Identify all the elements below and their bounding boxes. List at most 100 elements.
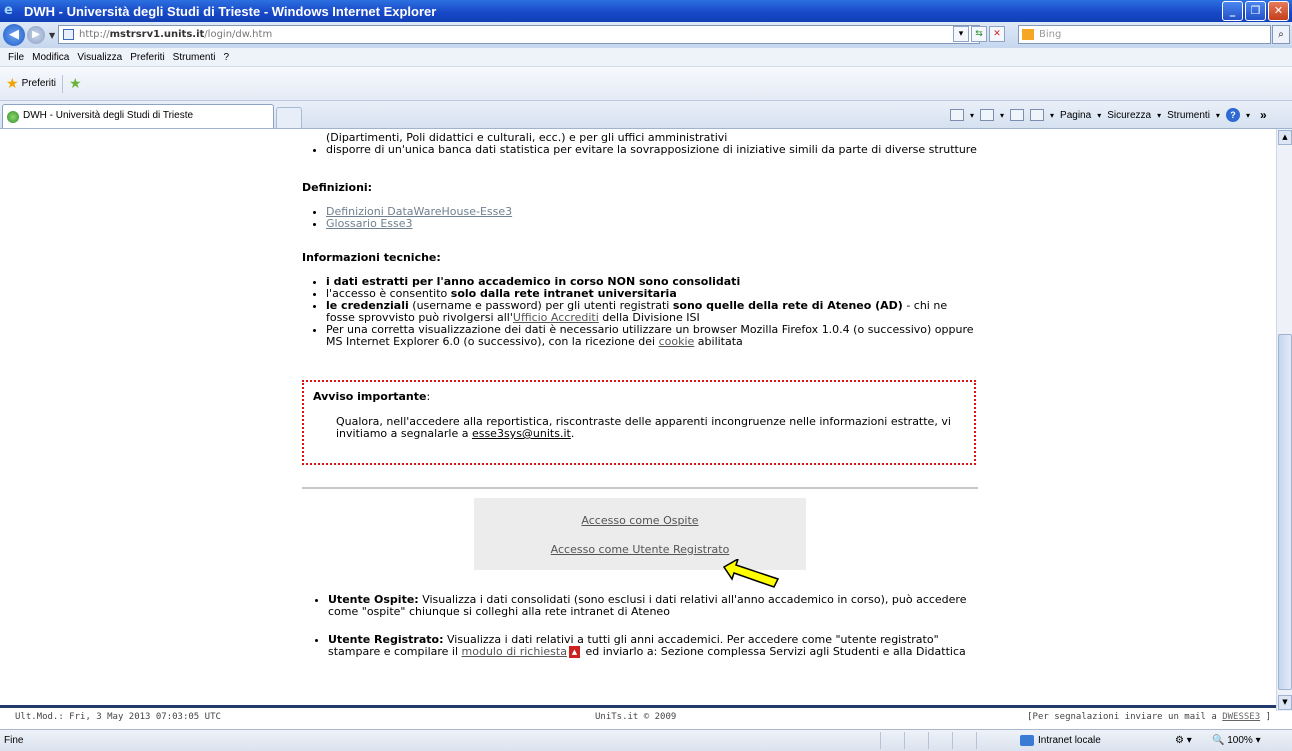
tab-row: DWH - Università degli Studi di Trieste … [0, 101, 1292, 129]
status-bar: Fine Intranet locale ⚙ ▾ 🔍 100% ▾ [0, 729, 1292, 751]
print-icon[interactable] [1030, 109, 1045, 121]
glossario-link[interactable]: Glossario Esse3 [326, 217, 413, 230]
footer-copyright: UniTs.it © 2009 [595, 712, 677, 722]
info4-text: Per una corretta visualizzazione dei dat… [326, 323, 974, 348]
scroll-thumb[interactable] [1278, 334, 1292, 690]
address-bar[interactable]: http://mstrsrv1.units.it/login/dw.htm [58, 25, 980, 44]
menu-help[interactable]: ? [223, 52, 229, 63]
modulo-richiesta-link[interactable]: modulo di richiesta [462, 645, 567, 658]
page-content: (Dipartimenti, Poli didattici e cultural… [0, 129, 1276, 705]
maximize-button[interactable]: ❐ [1245, 1, 1266, 21]
registrato-item: Utente Registrato: Visualizza i dati rel… [328, 634, 980, 658]
address-buttons: ▾ ⇆ ✕ [953, 26, 1005, 42]
search-input[interactable]: Bing [1018, 25, 1271, 44]
pointer-arrow-icon [722, 559, 780, 588]
address-dropdown-icon[interactable]: ▾ [953, 26, 969, 42]
close-button[interactable]: ✕ [1268, 1, 1289, 21]
address-toolbar: ◀ ▶ ▼ http://mstrsrv1.units.it/login/dw.… [0, 22, 1292, 48]
url-path: /login/dw.htm [204, 29, 273, 40]
scroll-down-icon[interactable]: ▼ [1278, 695, 1292, 710]
sicurezza-menu[interactable]: Sicurezza [1107, 110, 1151, 121]
page-icon [63, 29, 74, 40]
info-item-4: Per una corretta visualizzazione dei dat… [326, 324, 978, 348]
search-placeholder: Bing [1039, 29, 1062, 40]
avviso-text: Qualora, nell'accedere alla reportistica… [336, 415, 951, 440]
history-dropdown-icon[interactable]: ▼ [49, 31, 55, 40]
info-list: i dati estratti per l'anno accademico in… [302, 276, 978, 348]
esse3sys-email-link[interactable]: esse3sys@units.it [472, 427, 571, 440]
strumenti-menu[interactable]: Strumenti [1167, 110, 1210, 121]
vertical-scrollbar[interactable]: ▲ ▼ [1276, 129, 1292, 711]
new-tab-button[interactable] [276, 107, 302, 128]
protected-mode-icon[interactable]: ⚙ ▾ [1175, 735, 1192, 746]
command-bar: ▾ ▾ ▾ Pagina ▾ Sicurezza ▾ Strumenti ▾ ? ▾ » [950, 108, 1267, 122]
minimize-button[interactable]: _ [1222, 1, 1243, 21]
info-title: Informazioni tecniche: [302, 251, 441, 264]
window-title-bar[interactable]: e DWH - Università degli Studi di Triest… [0, 0, 1292, 22]
avviso-body: Qualora, nell'accedere alla reportistica… [336, 416, 965, 440]
dwesse3-link[interactable]: DWESSE3 [1222, 712, 1260, 722]
url-host: mstrsrv1.units.it [109, 29, 205, 40]
home-icon[interactable] [950, 109, 964, 121]
definizioni-list: Definizioni DataWareHouse-Esse3 Glossari… [302, 206, 978, 230]
favorites-separator [62, 74, 64, 93]
avviso-end: . [570, 427, 575, 440]
menu-strumenti[interactable]: Strumenti [173, 52, 216, 63]
pdf-icon[interactable]: ▲ [568, 646, 580, 658]
intro-block: (Dipartimenti, Poli didattici e cultural… [302, 132, 978, 156]
feeds-icon[interactable] [980, 109, 995, 121]
add-favorite-icon[interactable]: ★ [69, 75, 82, 92]
tab-label: DWH - Università degli Studi di Trieste [23, 110, 194, 121]
user-types-list: Utente Ospite: Visualizza i dati consoli… [304, 594, 980, 658]
url-prefix: http:// [79, 29, 110, 40]
tab-dwh[interactable]: DWH - Università degli Studi di Trieste [2, 104, 274, 128]
stop-icon[interactable]: ✕ [989, 26, 1005, 42]
status-cells [880, 732, 1000, 749]
divider [302, 487, 978, 489]
registrato-end: ed inviarlo a: Sezione complessa Servizi… [581, 645, 966, 658]
mail-icon[interactable] [1010, 109, 1025, 121]
menu-modifica[interactable]: Modifica [32, 52, 69, 63]
pagina-menu[interactable]: Pagina [1060, 110, 1091, 121]
zoom-value: 100% [1227, 735, 1253, 746]
avviso-title: Avviso importante [313, 390, 427, 403]
favorites-star-icon[interactable]: ★ [6, 75, 19, 92]
help-icon[interactable]: ? [1225, 108, 1240, 122]
footer-report-text: [Per segnalazioni inviare un mail a [1027, 712, 1223, 722]
scroll-up-icon[interactable]: ▲ [1278, 130, 1292, 145]
forward-button[interactable]: ▶ [27, 26, 45, 44]
menu-bar: File Modifica Visualizza Preferiti Strum… [0, 48, 1292, 67]
access-guest-link[interactable]: Accesso come Ospite [474, 514, 806, 527]
menu-preferiti[interactable]: Preferiti [130, 52, 164, 63]
window-controls: _ ❐ ✕ [1222, 1, 1289, 21]
info3-bold2: sono quelle della rete di Ateneo (AD) [672, 299, 903, 312]
ospite-text: Visualizza i dati consolidati (sono escl… [328, 593, 967, 618]
cookie-link[interactable]: cookie [659, 335, 695, 348]
bing-icon [1022, 29, 1034, 40]
intro-bullet: disporre di un'unica banca dati statisti… [326, 144, 978, 156]
avviso-heading-row: Avviso importante: [313, 390, 965, 403]
definizioni-title: Definizioni: [302, 181, 373, 194]
ie-logo-icon: e [4, 3, 13, 18]
zoom-level[interactable]: 🔍 100% ▾ [1212, 735, 1261, 746]
back-button[interactable]: ◀ [3, 24, 25, 46]
info-heading: Informazioni tecniche: [302, 252, 978, 264]
window-title: DWH - Università degli Studi di Trieste … [24, 3, 437, 19]
chevron-more-icon[interactable]: » [1260, 108, 1267, 122]
refresh-icon[interactable]: ⇆ [971, 26, 987, 42]
favorites-bar: ★ Preferiti ★ [0, 67, 1292, 101]
security-zone[interactable]: Intranet locale [1020, 735, 1101, 746]
footer-report-end: ] [1260, 712, 1271, 722]
access-registered-link[interactable]: Accesso come Utente Registrato [474, 543, 806, 556]
intranet-icon [1020, 735, 1034, 746]
page-footer: Ult.Mod.: Fri, 3 May 2013 07:03:05 UTC U… [0, 705, 1276, 726]
menu-file[interactable]: File [8, 52, 24, 63]
search-icon[interactable]: ⌕ [1272, 25, 1290, 44]
menu-visualizza[interactable]: Visualizza [77, 52, 122, 63]
status-text: Fine [4, 735, 24, 746]
favorites-button[interactable]: Preferiti [22, 78, 56, 89]
info4-end: abilitata [694, 335, 743, 348]
definizioni-heading: Definizioni: [302, 182, 978, 194]
avviso-colon: : [426, 390, 431, 403]
tab-favicon-icon [7, 111, 19, 123]
